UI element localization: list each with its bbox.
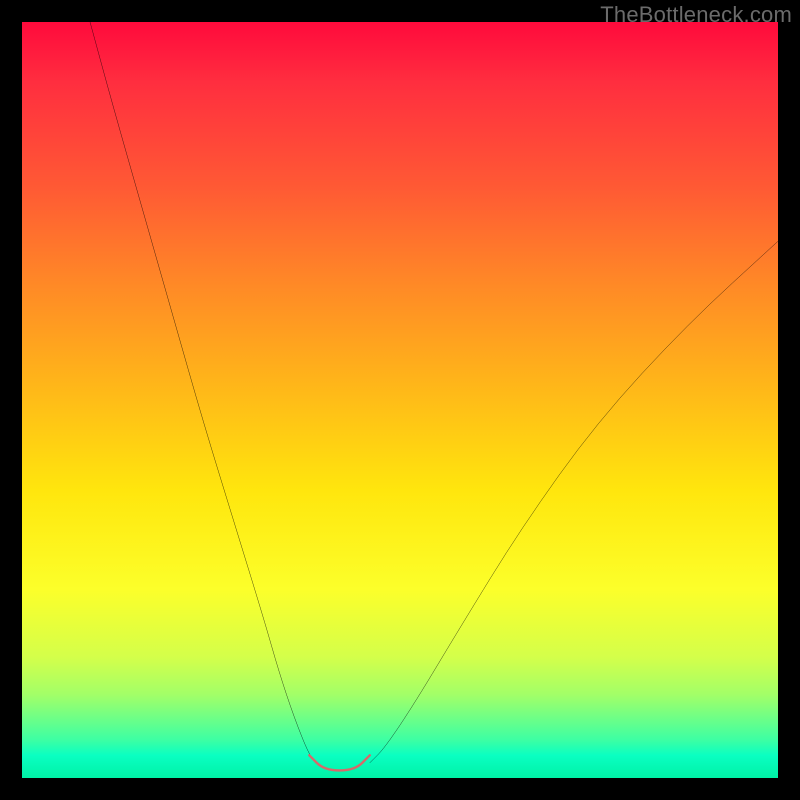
chart-frame: TheBottleneck.com <box>0 0 800 800</box>
curve-right <box>370 241 778 763</box>
curves-svg <box>22 22 778 778</box>
curve-left <box>90 22 317 763</box>
flat-highlight <box>309 755 369 770</box>
watermark-text: TheBottleneck.com <box>600 2 792 28</box>
plot-area <box>22 22 778 778</box>
